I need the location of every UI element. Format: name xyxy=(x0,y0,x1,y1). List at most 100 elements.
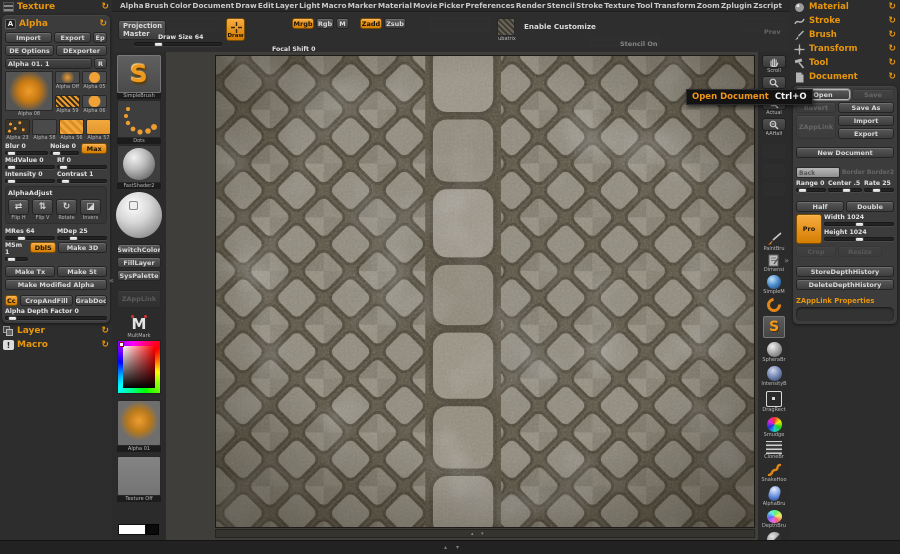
menu-edit[interactable]: Edit xyxy=(258,1,274,10)
secondary-color-swatch[interactable] xyxy=(146,524,159,535)
zsub-toggle[interactable]: Zsub xyxy=(384,18,406,29)
current-stroke-dots[interactable]: Dots xyxy=(117,100,161,144)
alpha-thumb[interactable]: Alpha 56 xyxy=(59,119,84,141)
range-slider[interactable]: Range 0 xyxy=(796,180,826,193)
save-as-button[interactable]: Save As xyxy=(838,102,894,113)
alpha-import-button[interactable]: Import xyxy=(5,32,52,43)
menu-alpha[interactable]: Alpha xyxy=(120,1,144,10)
right-menu-brush[interactable]: Brush ↻ xyxy=(790,28,900,42)
tray-collapse-arrow-icon[interactable]: « xyxy=(109,276,114,285)
half-button[interactable]: Half xyxy=(796,201,844,212)
menu-color[interactable]: Color xyxy=(170,1,191,10)
tray-item-stroke-swirl[interactable] xyxy=(758,295,790,315)
draw-size-slider[interactable]: Draw Size 64 xyxy=(134,34,222,47)
alpha-ep-button[interactable]: Ep xyxy=(93,32,107,43)
alpha-thumb[interactable]: Alpha 06 xyxy=(82,95,107,117)
tray-open-down-icon[interactable]: ▾ xyxy=(456,544,459,551)
menu-preferences[interactable]: Preferences xyxy=(465,1,514,10)
aahalf-button[interactable]: AAHalf xyxy=(758,118,790,137)
alpha-max-button[interactable]: Max xyxy=(81,143,107,154)
border-button[interactable]: Border xyxy=(842,169,865,176)
menu-document[interactable]: Document xyxy=(192,1,234,10)
make-st-button[interactable]: Make St xyxy=(57,266,107,277)
right-menu-material[interactable]: Material ↻ xyxy=(790,0,900,14)
resize-button[interactable]: Resize xyxy=(838,246,882,257)
tray-item-sphere-brush[interactable]: SpheraBr xyxy=(758,342,790,363)
height-slider[interactable]: Height 1024 xyxy=(824,229,894,242)
menu-marker[interactable]: Marker xyxy=(348,1,377,10)
zapplink-properties-header[interactable]: ZAppLink Properties xyxy=(796,297,894,305)
transform-reset-icon[interactable]: ↻ xyxy=(888,44,896,54)
menu-draw[interactable]: Draw xyxy=(235,1,256,10)
right-menu-tool[interactable]: Tool ↻ xyxy=(790,56,900,70)
tool-reset-icon[interactable]: ↻ xyxy=(888,58,896,68)
alpha-midvalue-slider[interactable]: MidValue 0 xyxy=(5,157,55,170)
crop-button[interactable]: Crop xyxy=(796,246,836,257)
brush-reset-icon[interactable]: ↻ xyxy=(888,30,896,40)
right-menu-transform[interactable]: Transform ↻ xyxy=(790,42,900,56)
prev-label[interactable]: Prev xyxy=(764,28,781,36)
menu-stroke[interactable]: Stroke xyxy=(576,1,603,10)
material-reset-icon[interactable]: ↻ xyxy=(888,2,896,12)
color-swatches[interactable] xyxy=(118,524,159,535)
tray-collapse-arrow-icon[interactable]: » xyxy=(784,256,789,265)
alpha-dbls-button[interactable]: DblS xyxy=(30,242,56,253)
tray-item-alphabrush[interactable]: AlphaBru xyxy=(758,484,790,507)
tray-item-dragrect[interactable]: DragRect xyxy=(758,391,790,413)
menu-texture[interactable]: Texture xyxy=(604,1,635,10)
draw-mode-button[interactable]: Draw xyxy=(226,18,245,41)
alpha-palette-header[interactable]: A Alpha ↻ xyxy=(5,18,107,30)
texture-palette-header[interactable]: Texture ↻ xyxy=(0,0,112,14)
filllayer-button[interactable]: FillLayer xyxy=(117,257,161,268)
alpha-rf-slider[interactable]: Rf 0 xyxy=(57,157,107,170)
alpha-name-field[interactable]: Alpha 01. 1 xyxy=(5,58,93,69)
tray-item-clonebrush[interactable]: CloneBr xyxy=(758,441,790,460)
alpha-intensity-slider[interactable]: Intensity 0 xyxy=(5,171,55,184)
canvas-scroll-strip[interactable]: ▴ ▾ xyxy=(215,529,755,538)
tray-item-snakehook[interactable]: SnakeHoo xyxy=(758,463,790,483)
document-canvas[interactable] xyxy=(215,55,755,528)
tray-open-up-icon[interactable]: ▴ xyxy=(444,544,447,551)
menu-layer[interactable]: Layer xyxy=(275,1,298,10)
menu-zscript[interactable]: Zscript xyxy=(753,1,782,10)
double-button[interactable]: Double xyxy=(846,201,894,212)
tray-item-smudge[interactable]: Smudge xyxy=(758,417,790,438)
menu-light[interactable]: Light xyxy=(299,1,320,10)
center-slider[interactable]: Center .5 xyxy=(828,180,862,193)
alpha-mdep-slider[interactable]: MDep 25 xyxy=(57,228,107,241)
syspalette-button[interactable]: SysPalette xyxy=(117,270,161,281)
alpha-contrast-slider[interactable]: Contrast 1 xyxy=(57,171,107,184)
alpha-depth-factor-slider[interactable]: Alpha Depth Factor 0 xyxy=(5,308,107,321)
alpha-mres-slider[interactable]: MRes 64 xyxy=(5,228,55,241)
color-picker[interactable] xyxy=(117,340,161,394)
multimarker-tool[interactable]: M MultMark xyxy=(117,314,161,339)
alpha-make3d-button[interactable]: Make 3D xyxy=(58,242,107,253)
macro-reset-icon[interactable]: ↻ xyxy=(101,340,109,350)
enable-customize-button[interactable]: Enable Customize xyxy=(524,22,596,31)
tray-item-current-tool[interactable]: S xyxy=(758,316,790,338)
right-menu-stroke[interactable]: Stroke ↻ xyxy=(790,14,900,28)
current-tool-simplebrush[interactable]: S SimpleBrush xyxy=(117,55,161,99)
right-menu-document[interactable]: Document ↻ xyxy=(790,70,900,84)
mrgb-toggle[interactable]: Mrgb xyxy=(292,18,314,29)
border2-button[interactable]: Border2 xyxy=(867,169,894,176)
back-color-swatch[interactable]: Back xyxy=(796,167,840,178)
alpha-thumb[interactable]: Alpha 57 xyxy=(86,119,111,141)
canvas-area[interactable]: ▴ ▾ xyxy=(166,52,758,540)
rate-slider[interactable]: Rate 25 xyxy=(864,180,894,193)
menu-material[interactable]: Material xyxy=(378,1,412,10)
alpha-de-options-button[interactable]: DE Options xyxy=(5,45,55,56)
alpha-msm-slider[interactable]: MSm 1 xyxy=(5,242,29,262)
alpha-big-thumb[interactable]: Alpha 08 xyxy=(5,71,53,117)
pro-button[interactable]: Pro xyxy=(796,214,822,244)
switchcolor-button[interactable]: SwitchColor xyxy=(117,244,161,255)
menu-zplugin[interactable]: Zplugin xyxy=(721,1,752,10)
rotate-button[interactable]: ↻ Rotate xyxy=(56,199,77,221)
store-depth-history-button[interactable]: StoreDepthHistory xyxy=(796,266,894,277)
alpha-thumb[interactable]: Alpha 59 xyxy=(55,95,80,117)
main-color-swatch[interactable] xyxy=(118,524,146,535)
tray-item-intensity-brush[interactable]: IntensityB xyxy=(758,366,790,387)
document-reset-icon[interactable]: ↻ xyxy=(888,72,896,82)
tray-item-blue-sphere[interactable]: SimpleM xyxy=(758,275,790,295)
rgb-toggle[interactable]: Rgb xyxy=(316,18,334,29)
